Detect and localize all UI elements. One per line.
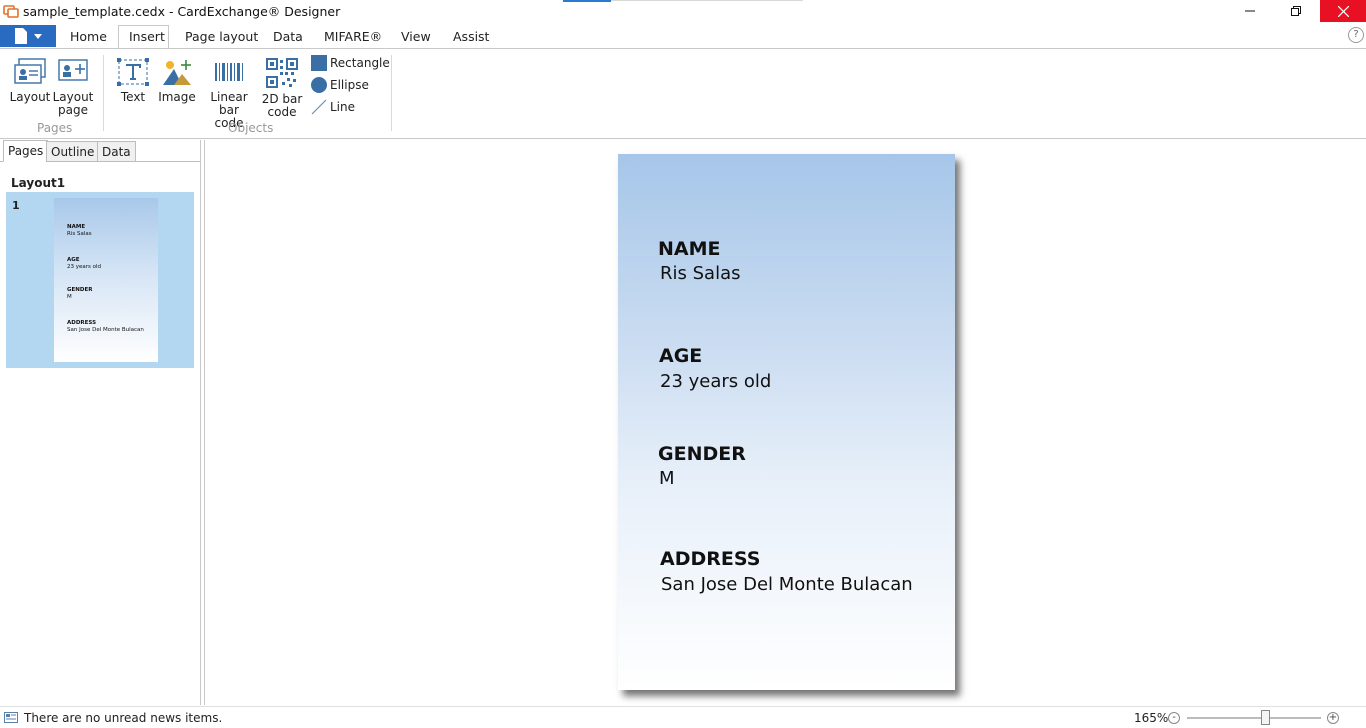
zoom-slider-track[interactable]: [1187, 717, 1321, 719]
linear-barcode-label-1: Linear bar: [210, 90, 248, 117]
rectangle-label: Rectangle: [330, 56, 390, 70]
title-bar: sample_template.cedx - CardExchange® Des…: [0, 0, 1366, 24]
minimize-button[interactable]: [1227, 0, 1273, 22]
gender-label[interactable]: GENDER: [658, 443, 746, 465]
barcode-icon: [215, 63, 243, 81]
layout-page-label-1: Layout: [52, 90, 94, 104]
2d-barcode-label-1: 2D bar: [261, 92, 303, 106]
name-value[interactable]: Ris Salas: [660, 263, 740, 284]
line-label: Line: [330, 100, 356, 114]
line-button[interactable]: Line: [311, 99, 355, 115]
address-label[interactable]: ADDRESS: [660, 548, 760, 570]
layout-icon: [14, 58, 46, 84]
title-accent-bar: [563, 0, 611, 2]
objects-group-label: Objects: [228, 121, 274, 135]
ellipse-button[interactable]: Ellipse: [311, 77, 369, 93]
thumbnail-card: NAME Ris Salas AGE 23 years old GENDER M…: [54, 198, 158, 362]
image-button-label: Image: [158, 90, 196, 104]
layout-name: Layout1: [11, 176, 66, 190]
zoom-slider-thumb[interactable]: [1261, 710, 1270, 725]
thumb-name-label: NAME: [67, 224, 86, 230]
panel-tab-data[interactable]: Data: [97, 141, 136, 162]
text-icon: [117, 58, 149, 86]
tab-home[interactable]: Home: [70, 29, 107, 44]
text-button-label: Text: [120, 90, 146, 104]
address-value[interactable]: San Jose Del Monte Bulacan: [661, 574, 913, 595]
layout-page-button[interactable]: Layout page: [52, 57, 94, 117]
close-icon: [1337, 5, 1349, 17]
minimize-icon: [1245, 10, 1255, 12]
ellipse-icon: [311, 77, 327, 93]
page-number: 1: [12, 199, 20, 212]
file-menu-button[interactable]: [0, 25, 56, 47]
cardexchange-logo-icon: [3, 5, 19, 18]
ribbon-body: Layout Layout page Pages Text Image Line…: [0, 48, 1366, 139]
age-label[interactable]: AGE: [659, 345, 702, 367]
thumb-age-value: 23 years old: [67, 264, 102, 270]
image-button[interactable]: Image: [158, 57, 196, 104]
rectangle-icon: [311, 55, 327, 71]
image-icon: [163, 60, 191, 85]
thumb-gender-label: GENDER: [67, 287, 93, 293]
qrcode-icon: [266, 58, 298, 88]
restore-icon: [1291, 6, 1301, 16]
restore-button[interactable]: [1273, 0, 1319, 22]
line-icon: [311, 99, 327, 115]
name-label[interactable]: NAME: [658, 238, 721, 260]
linear-barcode-button[interactable]: Linear bar code: [200, 57, 258, 130]
tab-view[interactable]: View: [401, 29, 431, 44]
status-bar: There are no unread news items. 165% - +: [0, 706, 1366, 728]
rectangle-button[interactable]: Rectangle: [311, 55, 390, 71]
tab-page-layout[interactable]: Page layout: [185, 29, 258, 44]
ellipse-label: Ellipse: [330, 78, 369, 92]
id-card[interactable]: NAME Ris Salas AGE 23 years old GENDER M…: [618, 154, 955, 690]
design-canvas[interactable]: NAME Ris Salas AGE 23 years old GENDER M…: [205, 140, 1366, 705]
zoom-in-button[interactable]: +: [1327, 712, 1339, 724]
thumb-address-value: San Jose Del Monte Bulacan: [67, 327, 144, 333]
tab-insert[interactable]: Insert: [129, 29, 165, 44]
thumb-name-value: Ris Salas: [67, 231, 92, 237]
layout-page-label-2: page: [58, 103, 88, 117]
zoom-level: 165%: [1134, 711, 1169, 725]
pages-panel: Pages Outline Data Layout1 1 NAME Ris Sa…: [0, 140, 201, 705]
layout-page-icon: [58, 59, 88, 81]
thumb-address-label: ADDRESS: [67, 320, 97, 326]
group-separator: [391, 55, 392, 131]
panel-tab-pages[interactable]: Pages: [3, 140, 49, 162]
window-title: sample_template.cedx - CardExchange® Des…: [23, 4, 341, 19]
layout-button[interactable]: Layout: [8, 57, 52, 104]
news-icon: [4, 712, 18, 723]
help-icon[interactable]: ?: [1348, 27, 1364, 43]
title-accent-line: [611, 0, 803, 1]
age-value[interactable]: 23 years old: [660, 371, 771, 392]
text-button[interactable]: Text: [114, 57, 152, 104]
page-thumbnail[interactable]: 1 NAME Ris Salas AGE 23 years old GENDER…: [6, 192, 194, 368]
panel-tab-outline[interactable]: Outline: [46, 141, 100, 162]
zoom-out-button[interactable]: -: [1168, 712, 1180, 724]
chevron-down-icon: [34, 33, 42, 39]
news-status-text: There are no unread news items.: [24, 711, 223, 725]
ribbon-tabs: Home Insert Page layout Data MIFARE® Vie…: [0, 24, 1366, 50]
2d-barcode-label-2: code: [267, 105, 297, 119]
layout-button-label: Layout: [9, 90, 51, 104]
document-icon: [15, 28, 27, 44]
thumb-age-label: AGE: [67, 257, 80, 263]
tab-data[interactable]: Data: [273, 29, 303, 44]
thumb-gender-value: M: [67, 294, 72, 300]
close-button[interactable]: [1320, 0, 1366, 22]
tab-mifare[interactable]: MIFARE®: [324, 29, 382, 44]
pages-group-label: Pages: [37, 121, 73, 135]
2d-barcode-button[interactable]: 2D bar code: [260, 57, 304, 119]
group-separator: [103, 55, 104, 131]
tab-assist[interactable]: Assist: [453, 29, 489, 44]
gender-value[interactable]: M: [659, 468, 675, 489]
